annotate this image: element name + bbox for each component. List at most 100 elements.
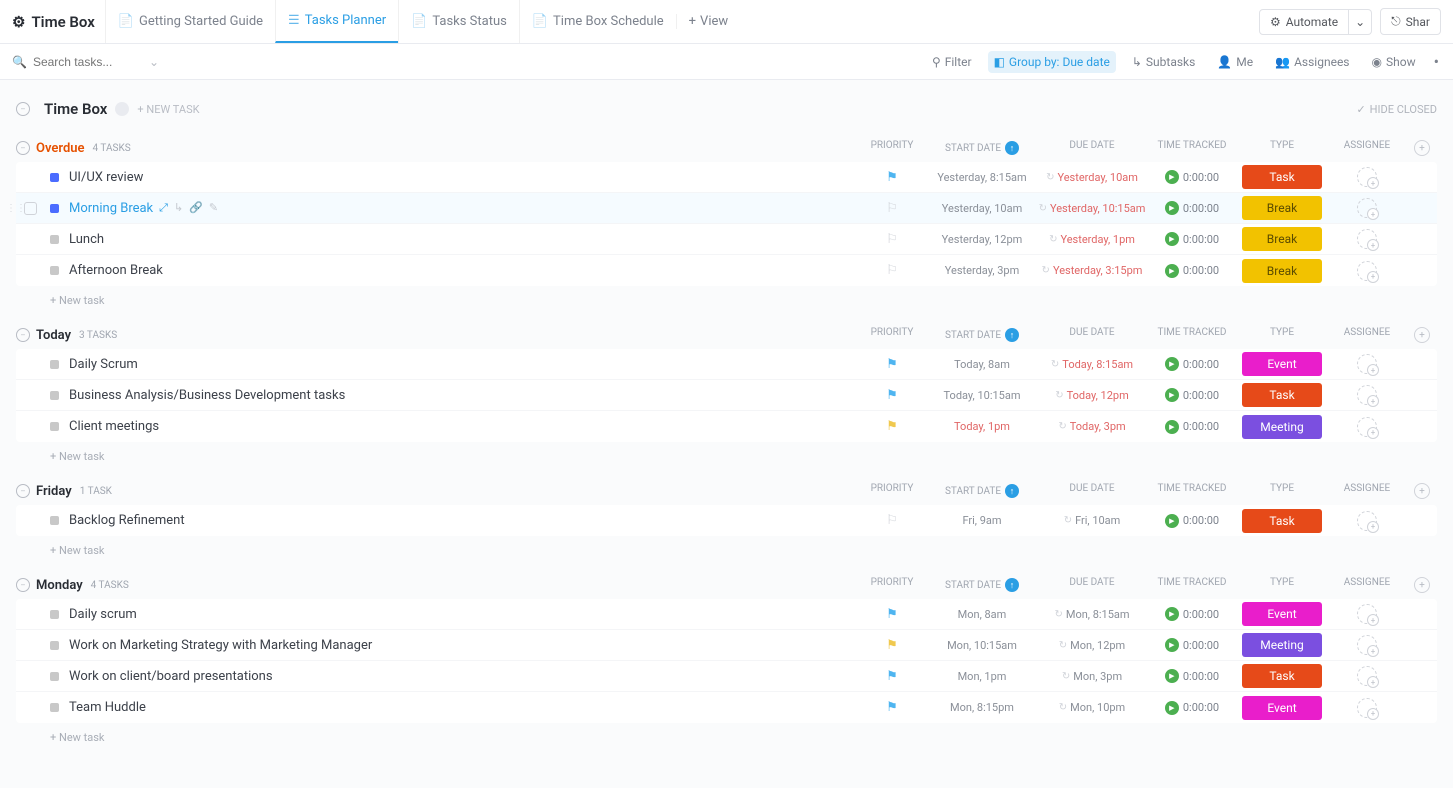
assignee-placeholder-icon[interactable]	[1357, 261, 1377, 281]
assignee-placeholder-icon[interactable]	[1357, 635, 1377, 655]
time-tracked-cell[interactable]: ▶0:00:00	[1147, 201, 1237, 215]
assignee-cell[interactable]	[1327, 229, 1407, 249]
start-date-cell[interactable]: Yesterday, 12pm	[927, 233, 1037, 246]
task-name[interactable]: Work on Marketing Strategy with Marketin…	[69, 638, 857, 653]
type-cell[interactable]: Break	[1237, 196, 1327, 220]
assignee-placeholder-icon[interactable]	[1357, 385, 1377, 405]
assignee-placeholder-icon[interactable]	[1357, 604, 1377, 624]
task-row[interactable]: Team Huddle⚑Mon, 8:15pm↻Mon, 10pm▶0:00:0…	[16, 692, 1437, 723]
type-cell[interactable]: Meeting	[1237, 633, 1327, 657]
play-icon[interactable]: ▶	[1165, 669, 1179, 683]
task-row[interactable]: Daily Scrum⚑Today, 8am↻Today, 8:15am▶0:0…	[16, 349, 1437, 380]
collapse-icon[interactable]: –	[16, 141, 30, 155]
subtasks-button[interactable]: ↳ Subtasks	[1126, 51, 1201, 73]
add-column-button[interactable]: +	[1407, 483, 1437, 499]
new-task-row[interactable]: + New task	[16, 286, 1437, 311]
priority-cell[interactable]: ⚑	[857, 388, 927, 403]
group-name[interactable]: Today	[36, 328, 71, 343]
add-view-button[interactable]: + View	[676, 14, 741, 29]
subtask-icon[interactable]: ↳	[174, 201, 183, 215]
status-square-icon[interactable]	[50, 391, 59, 400]
add-column-button[interactable]: +	[1407, 577, 1437, 593]
group-name[interactable]: Friday	[36, 484, 72, 499]
group-by-button[interactable]: ◧ Group by: Due date	[988, 51, 1116, 73]
share-button[interactable]: ⎋ Shar	[1380, 8, 1441, 35]
priority-cell[interactable]: ⚐	[857, 513, 927, 528]
task-name[interactable]: Business Analysis/Business Development t…	[69, 388, 857, 403]
type-cell[interactable]: Task	[1237, 383, 1327, 407]
play-icon[interactable]: ▶	[1165, 638, 1179, 652]
collapse-icon[interactable]: –	[16, 578, 30, 592]
assignee-cell[interactable]	[1327, 511, 1407, 531]
time-tracked-cell[interactable]: ▶0:00:00	[1147, 388, 1237, 402]
time-tracked-cell[interactable]: ▶0:00:00	[1147, 669, 1237, 683]
col-start-date[interactable]: START DATE↑	[927, 140, 1037, 156]
automate-dropdown[interactable]: ⌄	[1349, 9, 1372, 35]
play-icon[interactable]: ▶	[1165, 607, 1179, 621]
col-type[interactable]: TYPE	[1237, 327, 1327, 343]
sort-badge-icon[interactable]: ↑	[1005, 578, 1019, 592]
assignee-placeholder-icon[interactable]	[1357, 698, 1377, 718]
due-date-cell[interactable]: ↻Today, 12pm	[1037, 389, 1147, 402]
status-square-icon[interactable]	[50, 266, 59, 275]
type-cell[interactable]: Break	[1237, 227, 1327, 251]
col-assignee[interactable]: ASSIGNEE	[1327, 577, 1407, 593]
col-time-tracked[interactable]: TIME TRACKED	[1147, 483, 1237, 499]
task-row[interactable]: Afternoon Break⚐Yesterday, 3pm↻Yesterday…	[16, 255, 1437, 286]
start-date-cell[interactable]: Yesterday, 3pm	[927, 264, 1037, 277]
type-cell[interactable]: Break	[1237, 259, 1327, 283]
collapse-icon[interactable]: –	[16, 484, 30, 498]
col-due-date[interactable]: DUE DATE	[1037, 140, 1147, 156]
play-icon[interactable]: ▶	[1165, 701, 1179, 715]
assignee-placeholder-icon[interactable]	[1357, 229, 1377, 249]
new-task-button[interactable]: + NEW TASK	[137, 103, 199, 116]
play-icon[interactable]: ▶	[1165, 201, 1179, 215]
filter-button[interactable]: ⚲ Filter	[926, 51, 978, 73]
task-name[interactable]: Afternoon Break	[69, 263, 857, 278]
col-type[interactable]: TYPE	[1237, 140, 1327, 156]
start-date-cell[interactable]: Today, 8am	[927, 358, 1037, 371]
time-tracked-cell[interactable]: ▶0:00:00	[1147, 607, 1237, 621]
sort-badge-icon[interactable]: ↑	[1005, 484, 1019, 498]
assignee-placeholder-icon[interactable]	[1357, 511, 1377, 531]
col-start-date[interactable]: START DATE↑	[927, 483, 1037, 499]
status-square-icon[interactable]	[50, 235, 59, 244]
col-assignee[interactable]: ASSIGNEE	[1327, 140, 1407, 156]
hide-closed-button[interactable]: ✓ HIDE CLOSED	[1356, 103, 1437, 116]
assignee-cell[interactable]	[1327, 604, 1407, 624]
col-priority[interactable]: PRIORITY	[857, 483, 927, 499]
priority-cell[interactable]: ⚑	[857, 669, 927, 684]
assignee-cell[interactable]	[1327, 198, 1407, 218]
col-priority[interactable]: PRIORITY	[857, 140, 927, 156]
task-row[interactable]: Daily scrum⚑Mon, 8am↻Mon, 8:15am▶0:00:00…	[16, 599, 1437, 630]
status-square-icon[interactable]	[50, 641, 59, 650]
priority-cell[interactable]: ⚐	[857, 263, 927, 278]
due-date-cell[interactable]: ↻Today, 8:15am	[1037, 358, 1147, 371]
me-button[interactable]: 👤 Me	[1211, 51, 1259, 73]
due-date-cell[interactable]: ↻Mon, 3pm	[1037, 670, 1147, 683]
play-icon[interactable]: ▶	[1165, 357, 1179, 371]
play-icon[interactable]: ▶	[1165, 232, 1179, 246]
task-name[interactable]: Backlog Refinement	[69, 513, 857, 528]
assignee-cell[interactable]	[1327, 635, 1407, 655]
add-column-button[interactable]: +	[1407, 140, 1437, 156]
col-type[interactable]: TYPE	[1237, 577, 1327, 593]
task-row[interactable]: Business Analysis/Business Development t…	[16, 380, 1437, 411]
play-icon[interactable]: ▶	[1165, 264, 1179, 278]
task-name[interactable]: Daily Scrum	[69, 357, 857, 372]
time-tracked-cell[interactable]: ▶0:00:00	[1147, 514, 1237, 528]
search-input[interactable]	[33, 55, 143, 69]
task-row[interactable]: Backlog Refinement⚐Fri, 9am↻Fri, 10am▶0:…	[16, 505, 1437, 536]
assignee-placeholder-icon[interactable]	[1357, 198, 1377, 218]
list-color-icon[interactable]	[115, 102, 129, 116]
task-name[interactable]: Daily scrum	[69, 607, 857, 622]
due-date-cell[interactable]: ↻Yesterday, 1pm	[1037, 233, 1147, 246]
col-start-date[interactable]: START DATE↑	[927, 577, 1037, 593]
new-task-row[interactable]: + New task	[16, 442, 1437, 467]
task-name[interactable]: Morning Break⤢↳🔗✎	[69, 201, 857, 216]
edit-icon[interactable]: ✎	[209, 201, 218, 215]
start-date-cell[interactable]: Today, 10:15am	[927, 389, 1037, 402]
add-column-button[interactable]: +	[1407, 327, 1437, 343]
priority-cell[interactable]: ⚐	[857, 232, 927, 247]
col-due-date[interactable]: DUE DATE	[1037, 483, 1147, 499]
